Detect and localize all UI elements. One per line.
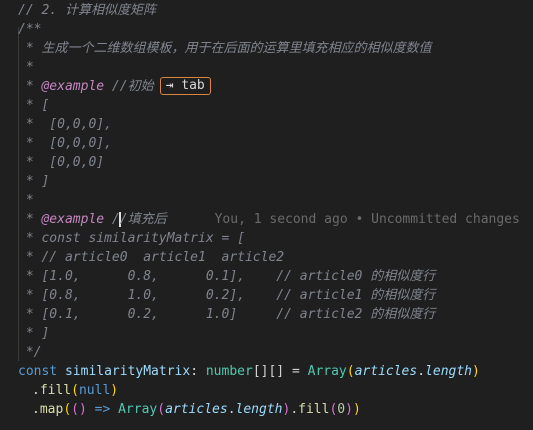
punctuation: . [227,402,236,417]
jsdoc-tag: @example [41,212,105,227]
comment-text: * [0,0,0] [18,155,105,170]
comment-prefix: * [18,212,42,227]
comment-text: * [0,0,0], [18,117,112,132]
comment-text: * [ [18,98,50,113]
comment-text: * const similarityMatrix = [ [18,231,245,246]
property-name: length [425,364,473,379]
code-line-21: .fill(null) [32,383,119,398]
comment-text: * [18,60,34,75]
punctuation: . [32,383,40,398]
punctuation: : [190,364,199,379]
code-line-16: * [0.8, 1.0, 0.2], // article1 的相似度行 [18,286,435,305]
code-line-4: * [18,58,34,77]
code-line-3: * 生成一个二维数组模板，用于在后面的运算里填充相应的相似度数值 [18,39,432,58]
comment-text: /填充后 [119,212,167,227]
tab-completion-hint[interactable]: ⇥ tab [159,76,211,95]
method-name: map [39,402,64,417]
comment-text: * [0,0,0], [18,136,112,151]
code-line-9: * [0,0,0] [18,153,104,172]
type-name: number [205,364,253,379]
comment-text: * 生成一个二维数组模板，用于在后面的运算里填充相应的相似度数值 [18,41,432,56]
code-editor[interactable]: // 2. 计算相似度矩阵 /** * 生成一个二维数组模板，用于在后面的运算里… [0,0,533,430]
comment-text: / [104,212,120,227]
arrow-operator: => [86,402,119,417]
comment-text: //初始 [104,79,154,94]
jsdoc-tag: @example [41,79,105,94]
comment-text: * [1.0, 0.8, 0.1], // article0 的相似度行 [18,269,436,284]
code-line-19: */ [18,343,42,362]
comment-text: * // article0 article1 article2 [18,250,285,265]
code-line-2: /** [18,20,41,39]
keyword-null: null [78,383,111,398]
keyword-const: const [18,364,58,379]
code-line-13: * const similarityMatrix = [ [18,229,245,248]
code-line-12: * @example //填充后 You, 1 second ago • Unco… [18,210,520,229]
punctuation: . [290,402,299,417]
comment-text: * [18,193,34,208]
comment-text: /** [18,22,42,37]
comment-text: * ] [18,326,50,341]
variable-name: similarityMatrix [64,364,191,379]
method-name: fill [298,402,330,417]
operator: = [284,364,308,379]
comment-text: */ [18,345,42,360]
comment-text: * ] [18,174,50,189]
comment-text: // 2. 计算相似度矩阵 [18,3,156,18]
variable-name: articles [165,402,228,417]
code-line-11: * [18,191,34,210]
property-name: length [235,402,283,417]
punctuation: . [417,364,426,379]
code-line-17: * [0.1, 0.2, 1.0] // article2 的相似度行 [18,305,435,324]
code-line-7: * [0,0,0], [18,115,112,134]
comment-text: * [0.8, 1.0, 0.2], // article1 的相似度行 [18,288,436,303]
punctuation: . [32,402,40,417]
code-line-14: * // article0 article1 article2 [18,248,284,267]
class-name: Array [307,364,347,379]
class-name: Array [118,402,158,417]
punctuation: [][] [252,364,285,379]
code-line-18: * ] [18,324,50,343]
comment-text: * [0.1, 0.2, 1.0] // article2 的相似度行 [18,307,436,322]
method-name: fill [39,383,72,398]
git-blame-annotation: You, 1 second ago • Uncommitted changes [214,212,520,227]
number-literal: 0 [337,402,346,417]
code-line-8: * [0,0,0], [18,134,112,153]
code-line-15: * [1.0, 0.8, 0.1], // article0 的相似度行 [18,267,435,286]
code-line-10: * ] [18,172,50,191]
code-line-6: * [ [18,96,50,115]
code-line-22: .map(() => Array(articles.length).fill(0… [32,402,361,417]
comment-prefix: * [18,79,42,94]
code-line-1: // 2. 计算相似度矩阵 [18,1,156,20]
code-line-5: * @example //初始 ⇥ tab [18,76,211,96]
variable-name: articles [354,364,418,379]
code-line-20: const similarityMatrix: number[][] = Arr… [18,364,480,379]
